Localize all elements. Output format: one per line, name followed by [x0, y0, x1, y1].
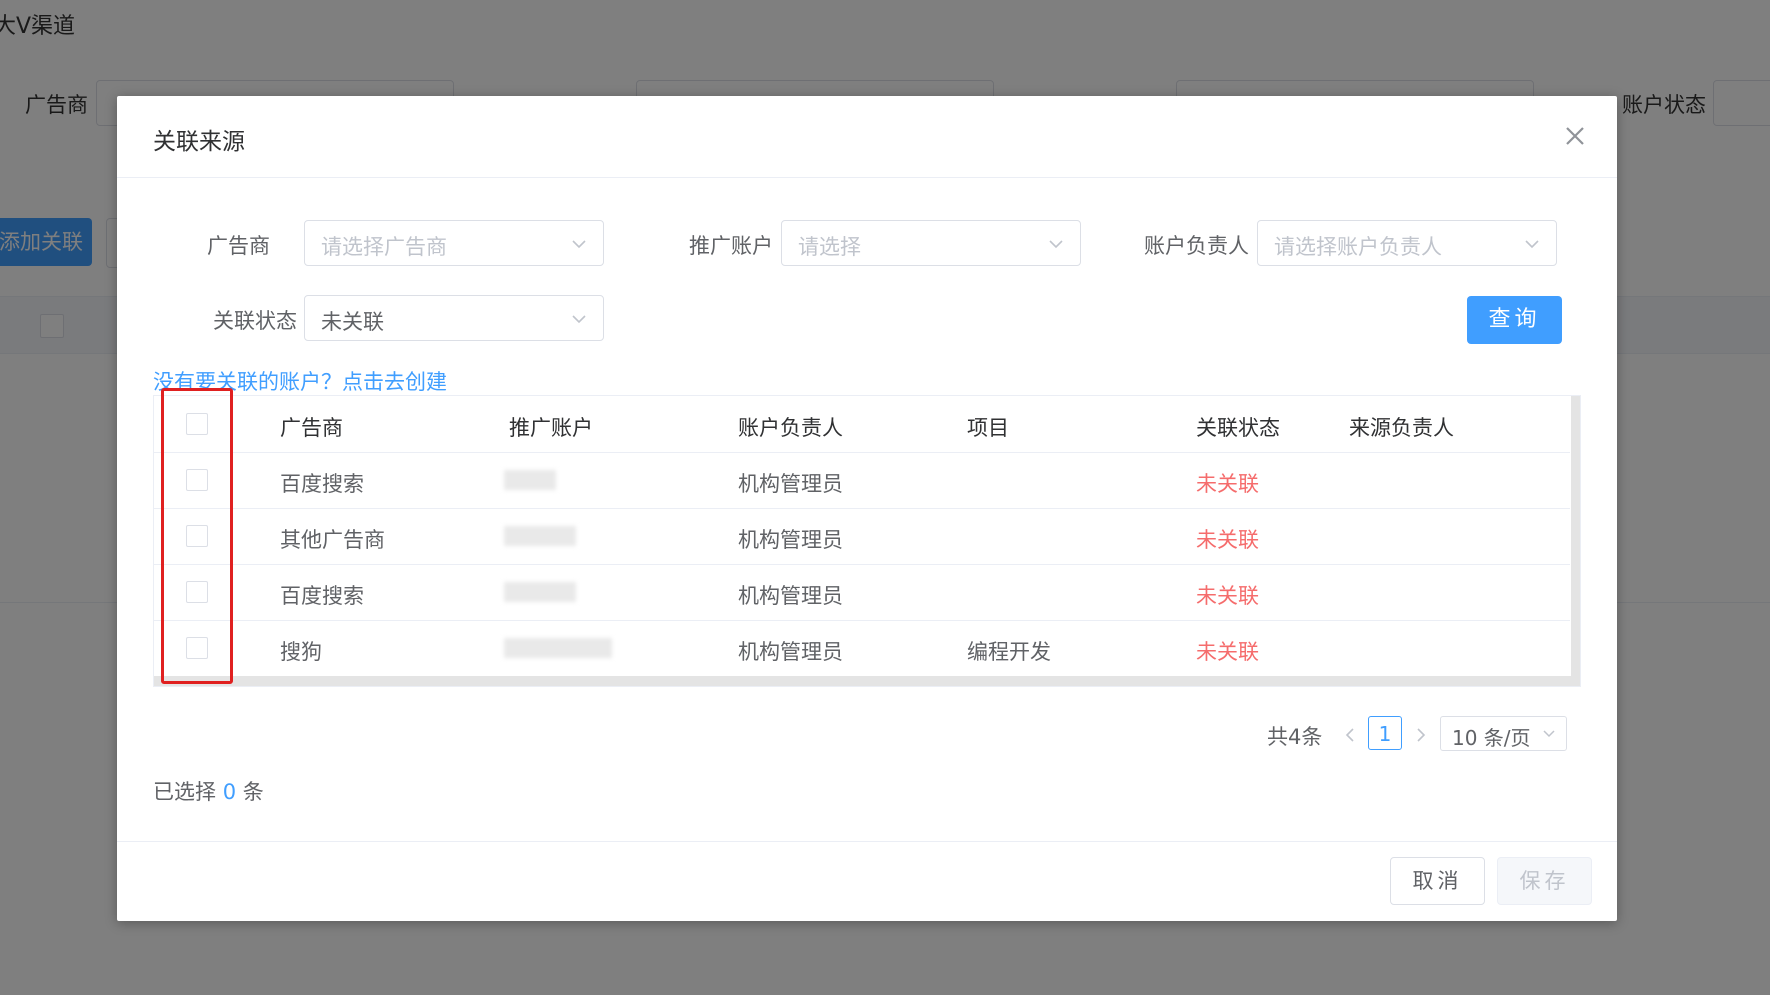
- filter-label-account: 推广账户: [689, 234, 773, 258]
- selected-number: 0: [222, 780, 237, 804]
- column-header-account: 推广账户: [509, 416, 593, 440]
- chevron-down-icon: [1049, 240, 1063, 249]
- chevron-left-icon[interactable]: [1341, 724, 1359, 746]
- vertical-scrollbar[interactable]: [1571, 396, 1580, 686]
- selected-count: 已选择 0 条: [153, 776, 264, 806]
- cancel-button[interactable]: 取消: [1390, 857, 1485, 905]
- cell-advertiser: 百度搜索: [280, 584, 364, 608]
- chevron-right-icon[interactable]: [1412, 724, 1430, 746]
- dialog-header: 关联来源: [117, 96, 1617, 178]
- pagination-total: 共4条: [1267, 725, 1323, 749]
- page-size-select[interactable]: 10 条/页: [1440, 716, 1567, 751]
- dialog-title: 关联来源: [153, 129, 245, 155]
- cell-advertiser: 其他广告商: [280, 528, 385, 552]
- table-row[interactable]: 搜狗 机构管理员 编程开发 未关联: [154, 620, 1570, 677]
- table-row[interactable]: 百度搜索 机构管理员 未关联: [154, 452, 1570, 509]
- table-row[interactable]: 其他广告商 机构管理员 未关联: [154, 508, 1570, 565]
- cell-status: 未关联: [1196, 640, 1259, 664]
- cell-advertiser: 搜狗: [280, 640, 322, 664]
- table-row[interactable]: 百度搜索 机构管理员 未关联: [154, 564, 1570, 621]
- cell-owner: 机构管理员: [738, 472, 843, 496]
- blurred-account: [504, 638, 612, 658]
- accounts-table: 广告商 推广账户 账户负责人 项目 关联状态 来源负责人 百度搜索 机构管理员 …: [153, 395, 1581, 687]
- filter-label-advertiser: 广告商: [207, 234, 270, 258]
- owner-select-placeholder: 请选择账户负责人: [1274, 235, 1442, 259]
- cell-status: 未关联: [1196, 584, 1259, 608]
- cell-project: 编程开发: [967, 640, 1051, 664]
- cell-advertiser: 百度搜索: [280, 472, 364, 496]
- chevron-down-icon: [572, 315, 586, 324]
- cell-owner: 机构管理员: [738, 584, 843, 608]
- link-source-dialog: 关联来源 广告商 请选择广告商 推广账户 请选择 账户负责人 请选择账户负责人 …: [117, 96, 1617, 921]
- status-select[interactable]: 未关联: [304, 295, 604, 341]
- close-icon[interactable]: [1561, 122, 1589, 150]
- advertiser-select[interactable]: 请选择广告商: [304, 220, 604, 266]
- column-header-advertiser: 广告商: [280, 416, 343, 440]
- query-button[interactable]: 查询: [1467, 296, 1562, 344]
- blurred-account: [504, 526, 576, 546]
- selected-suffix: 条: [242, 780, 264, 804]
- page-size-value: 10 条/页: [1452, 726, 1531, 750]
- cell-owner: 机构管理员: [738, 528, 843, 552]
- horizontal-scrollbar[interactable]: [154, 676, 1571, 686]
- chevron-down-icon: [1525, 240, 1539, 249]
- save-button[interactable]: 保存: [1497, 857, 1592, 905]
- advertiser-select-placeholder: 请选择广告商: [321, 235, 447, 259]
- pagination-page-current[interactable]: 1: [1368, 716, 1402, 750]
- chevron-down-icon: [1543, 730, 1555, 738]
- highlight-annotation-box: [161, 388, 233, 684]
- filter-label-owner: 账户负责人: [1144, 234, 1249, 258]
- table-header-row: 广告商 推广账户 账户负责人 项目 关联状态 来源负责人: [154, 396, 1570, 453]
- column-header-project: 项目: [967, 416, 1009, 440]
- chevron-down-icon: [572, 240, 586, 249]
- blurred-account: [504, 470, 556, 490]
- blurred-account: [504, 582, 576, 602]
- dialog-footer-divider: [117, 841, 1617, 842]
- selected-prefix: 已选择: [153, 780, 216, 804]
- column-header-owner: 账户负责人: [738, 416, 843, 440]
- status-select-value: 未关联: [321, 310, 384, 334]
- column-header-status: 关联状态: [1196, 416, 1280, 440]
- cell-owner: 机构管理员: [738, 640, 843, 664]
- filter-label-status: 关联状态: [213, 309, 297, 333]
- cell-status: 未关联: [1196, 472, 1259, 496]
- cell-status: 未关联: [1196, 528, 1259, 552]
- column-header-source-owner: 来源负责人: [1349, 416, 1454, 440]
- owner-select[interactable]: 请选择账户负责人: [1257, 220, 1557, 266]
- account-select[interactable]: 请选择: [781, 220, 1081, 266]
- account-select-placeholder: 请选择: [798, 235, 861, 259]
